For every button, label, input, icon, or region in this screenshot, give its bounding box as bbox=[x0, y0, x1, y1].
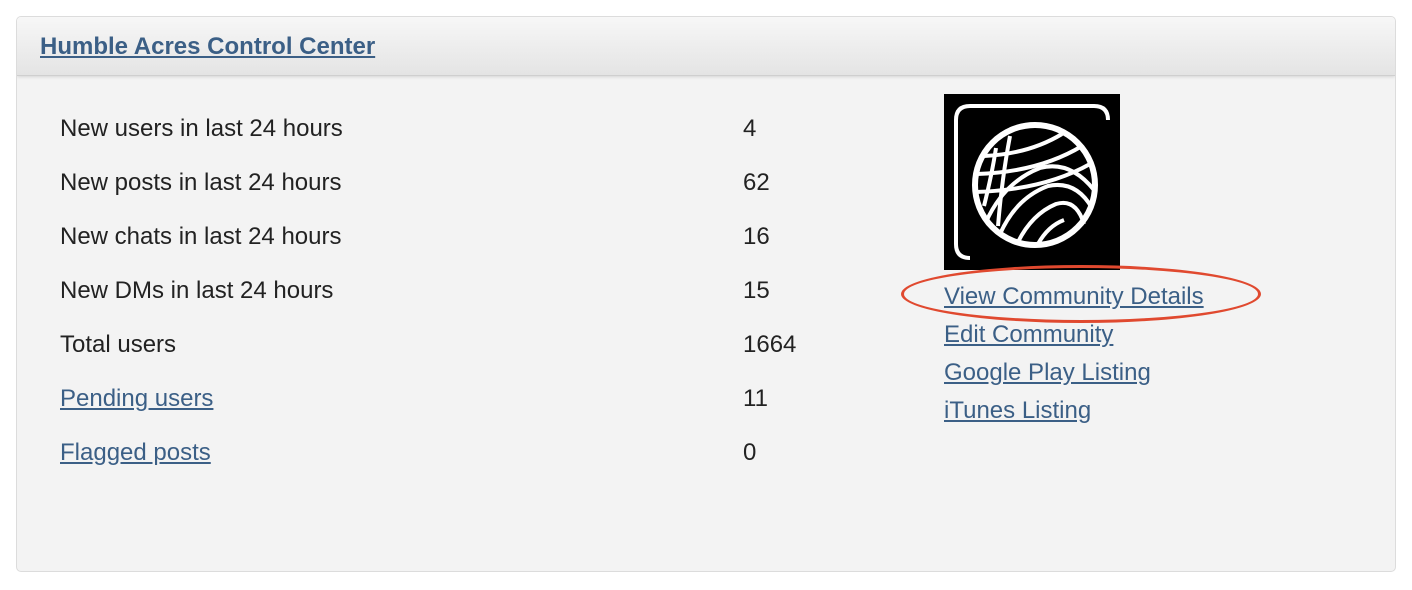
edit-community-link[interactable]: Edit Community bbox=[944, 321, 1204, 359]
control-center-panel: Humble Acres Control Center New users in… bbox=[16, 16, 1396, 572]
stat-label: Total users bbox=[60, 331, 177, 358]
stat-value: 1664 bbox=[743, 331, 797, 358]
stat-label: New DMs in last 24 hours bbox=[60, 277, 334, 304]
stat-value: 62 bbox=[743, 169, 770, 196]
stat-row-pending-users: Pending users 11 bbox=[60, 385, 820, 439]
stats-list: New users in last 24 hours 4 New posts i… bbox=[60, 115, 820, 493]
community-logo bbox=[944, 94, 1120, 270]
stat-row-new-users: New users in last 24 hours 4 bbox=[60, 115, 820, 169]
itunes-listing-link[interactable]: iTunes Listing bbox=[944, 397, 1204, 435]
community-links: View Community Details Edit Community Go… bbox=[944, 283, 1204, 435]
stat-label: New users in last 24 hours bbox=[60, 115, 343, 142]
yarn-ball-icon bbox=[944, 94, 1120, 270]
stat-row-new-chats: New chats in last 24 hours 16 bbox=[60, 223, 820, 277]
stat-row-total-users: Total users 1664 bbox=[60, 331, 820, 385]
stat-value: 0 bbox=[743, 439, 757, 466]
stat-value: 15 bbox=[743, 277, 770, 304]
stat-value: 16 bbox=[743, 223, 770, 250]
pending-users-link[interactable]: Pending users bbox=[60, 385, 213, 413]
stat-row-flagged-posts: Flagged posts 0 bbox=[60, 439, 820, 493]
panel-header: Humble Acres Control Center bbox=[17, 17, 1395, 76]
control-center-title-link[interactable]: Humble Acres Control Center bbox=[40, 33, 375, 61]
stat-value: 11 bbox=[743, 385, 768, 412]
stat-row-new-dms: New DMs in last 24 hours 15 bbox=[60, 277, 820, 331]
stat-value: 4 bbox=[743, 115, 757, 142]
flagged-posts-link[interactable]: Flagged posts bbox=[60, 439, 211, 467]
view-community-details-link[interactable]: View Community Details bbox=[944, 283, 1204, 321]
google-play-listing-link[interactable]: Google Play Listing bbox=[944, 359, 1204, 397]
stat-label: New posts in last 24 hours bbox=[60, 169, 342, 196]
stat-label: New chats in last 24 hours bbox=[60, 223, 342, 250]
stat-row-new-posts: New posts in last 24 hours 62 bbox=[60, 169, 820, 223]
